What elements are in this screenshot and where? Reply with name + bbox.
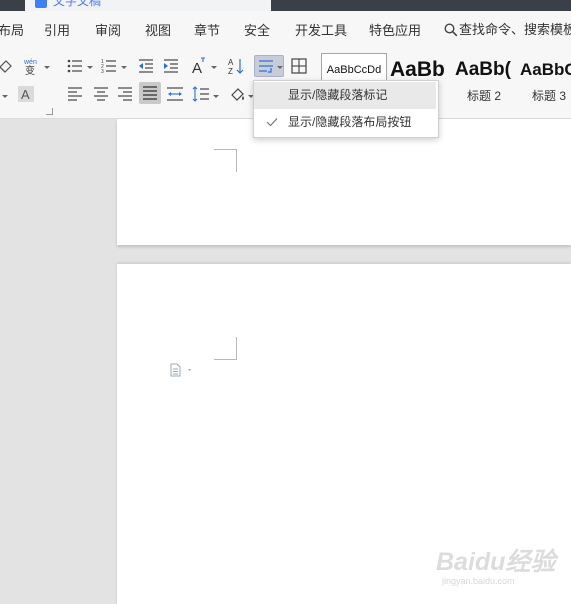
chevron-down-icon[interactable]	[87, 66, 93, 69]
chevron-down-icon[interactable]	[44, 66, 50, 69]
document-area[interactable]	[0, 119, 571, 604]
menu-developer-tools[interactable]: 开发工具	[295, 23, 347, 39]
menu-references[interactable]: 引用	[44, 23, 70, 39]
sort-glyph-bottom: Z	[228, 67, 233, 75]
sort-icon[interactable]: AZ	[227, 57, 245, 75]
style-heading-3-preview: AaBbC	[520, 60, 571, 79]
document-tab[interactable]: 文字文稿	[25, 0, 271, 11]
chevron-down-icon[interactable]	[213, 95, 219, 98]
menu-layout[interactable]: 布局	[0, 23, 24, 39]
search-label: 查找命令、搜索模板	[459, 22, 571, 37]
menu-item-toggle-paragraph-marks[interactable]: 显示/隐藏段落标记	[254, 82, 436, 109]
menu-item-label: 显示/隐藏段落标记	[288, 88, 388, 102]
title-bar: 文字文稿	[0, 0, 571, 11]
menu-view[interactable]: 视图	[145, 23, 171, 39]
align-right-icon[interactable]	[116, 85, 134, 103]
chevron-down-icon[interactable]	[211, 66, 217, 69]
numbered-list-icon[interactable]: 123	[100, 57, 118, 75]
menu-special-apps[interactable]: 特色应用	[369, 23, 421, 39]
document-icon	[170, 363, 191, 377]
show-hide-paragraph-button[interactable]	[254, 55, 284, 77]
paragraph-mark-dropdown: 显示/隐藏段落标记 显示/隐藏段落布局按钮	[253, 80, 439, 138]
command-search[interactable]: 查找命令、搜索模板	[444, 21, 571, 39]
margin-corner-mark	[214, 149, 237, 172]
menu-section[interactable]: 章节	[194, 23, 220, 39]
paragraph-dialog-launcher-icon[interactable]	[46, 108, 53, 115]
style-normal-preview: AaBbCcDd	[326, 64, 382, 76]
chevron-down-icon[interactable]	[121, 66, 127, 69]
paragraph-mark-icon	[257, 57, 275, 75]
character-scale-glyph: A	[192, 60, 202, 75]
document-icon	[35, 0, 47, 8]
line-spacing-icon[interactable]	[192, 85, 210, 103]
watermark-logo: Baidu经验 jingyan.baidu.com	[436, 540, 556, 590]
decrease-indent-icon[interactable]	[137, 57, 155, 75]
menu-security[interactable]: 安全	[244, 23, 270, 39]
character-scale-icon[interactable]: A	[190, 57, 208, 75]
align-left-icon[interactable]	[66, 85, 84, 103]
check-icon	[266, 118, 278, 127]
shading-icon[interactable]	[229, 85, 247, 103]
style-heading-3-label: 标题 3	[532, 89, 567, 103]
table-layout-icon[interactable]	[290, 57, 308, 75]
justify-button[interactable]	[139, 82, 161, 104]
margin-corner-mark	[214, 337, 237, 360]
menu-review[interactable]: 审阅	[95, 23, 121, 39]
phonetic-char: 变	[25, 64, 35, 75]
menu-bar: 布局 引用 审阅 视图 章节 安全 开发工具 特色应用 查找命令、搜索模板	[0, 11, 571, 49]
align-justify-icon	[141, 84, 159, 102]
font-color-icon[interactable]: A	[17, 85, 35, 103]
style-heading-2-preview: AaBb(	[455, 59, 511, 80]
chevron-down-icon[interactable]	[2, 95, 8, 98]
chevron-down-icon	[277, 66, 283, 69]
search-icon	[444, 23, 458, 37]
phonetic-pinyin: wén	[23, 59, 37, 66]
clear-format-icon[interactable]	[0, 57, 14, 75]
font-color-glyph: A	[21, 87, 30, 102]
menu-item-label: 显示/隐藏段落布局按钮	[288, 115, 412, 129]
watermark-brand: Baidu经验	[436, 548, 556, 576]
align-center-icon[interactable]	[92, 85, 110, 103]
document-title: 文字文稿	[53, 0, 102, 8]
paragraph-layout-button[interactable]	[169, 363, 191, 382]
phonetic-guide-button[interactable]: wén 变	[22, 57, 44, 75]
style-heading-3[interactable]: AaBbC	[520, 53, 571, 87]
bullet-list-icon[interactable]	[66, 57, 84, 75]
distributed-align-icon[interactable]	[166, 85, 184, 103]
style-heading-1-preview: AaBb	[390, 58, 445, 81]
style-heading-2-label: 标题 2	[467, 89, 502, 103]
style-heading-2[interactable]: AaBb(	[455, 53, 517, 87]
watermark-url: jingyan.baidu.com	[442, 576, 515, 586]
menu-item-toggle-layout-buttons[interactable]: 显示/隐藏段落布局按钮	[254, 109, 436, 136]
sort-glyph-top: A	[228, 58, 234, 67]
increase-indent-icon[interactable]	[162, 57, 180, 75]
svg-text:3: 3	[101, 69, 104, 74]
